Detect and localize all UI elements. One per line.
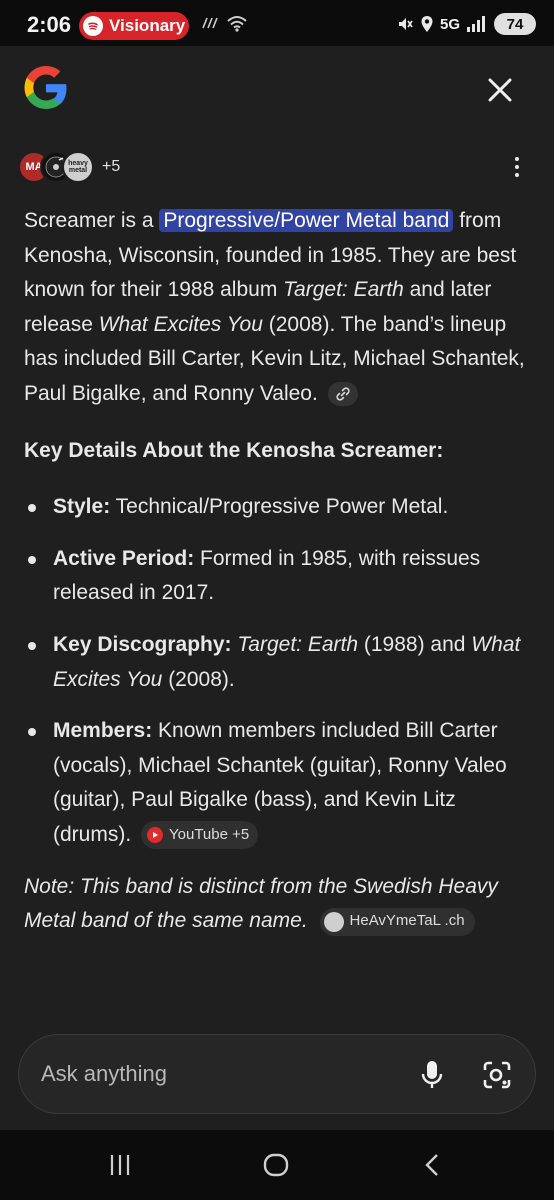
wifi-icon (227, 16, 247, 32)
detail-label: Style: (53, 495, 111, 519)
sources-more-count: +5 (102, 158, 121, 175)
list-item: Key Discography: Target: Earth (1988) an… (24, 628, 532, 697)
details-list: Style: Technical/Progressive Power Metal… (24, 490, 532, 852)
intro-text: Screamer is a (24, 209, 160, 232)
status-time: 2:06 (27, 12, 72, 37)
details-heading: Key Details About the Kenosha Screamer: (24, 438, 444, 462)
list-item: Style: Technical/Progressive Power Metal… (24, 490, 532, 525)
more-dot-icon (515, 157, 519, 161)
detail-label: Active Period: (53, 546, 195, 570)
back-icon (425, 1154, 438, 1176)
home-icon (263, 1153, 289, 1177)
more-dot-icon (515, 165, 519, 169)
home-button[interactable] (256, 1150, 296, 1180)
note: Note: This band is distinct from the Swe… (24, 870, 532, 939)
close-icon (488, 78, 512, 102)
status-left-icons (200, 14, 248, 32)
album-what-excites-you: What Excites You (98, 312, 263, 336)
battery-indicator: 74 (494, 13, 536, 35)
album-target-earth: Target: Earth (237, 632, 359, 656)
back-button[interactable] (412, 1150, 452, 1180)
spotify-icon (83, 16, 103, 36)
mic-icon (421, 1061, 443, 1088)
answer-intro: Screamer is a Progressive/Power Metal ba… (24, 204, 532, 412)
ask-input[interactable]: Ask anything (41, 1061, 167, 1087)
youtube-icon (147, 827, 164, 844)
spotify-pill-label: Visionary (109, 16, 186, 35)
close-button[interactable] (478, 68, 522, 112)
network-label: 5G (439, 15, 460, 33)
nav-bar (0, 1130, 554, 1200)
detail-text: (1988) and (358, 632, 472, 656)
recent-apps-button[interactable] (100, 1150, 140, 1180)
lens-button[interactable] (477, 1055, 517, 1095)
list-item: Members: Known members included Bill Car… (24, 714, 532, 852)
mute-icon (398, 18, 413, 30)
status-bar: 2:06 Visionary 5G 74 (0, 0, 554, 46)
sources-row[interactable]: MA heavy metal +5 (18, 150, 120, 184)
detail-label: Key Discography: (53, 632, 232, 656)
highlighted-phrase[interactable]: Progressive/Power Metal band (159, 209, 454, 232)
more-options-button[interactable] (503, 152, 531, 182)
youtube-source-chip[interactable]: YouTube +5 (141, 821, 259, 850)
nfc-icon (202, 17, 218, 29)
location-icon (421, 16, 433, 32)
heavymetal-source-chip[interactable]: HeAvYmeTaL .ch (319, 907, 475, 936)
spotify-pill[interactable]: Visionary (79, 12, 189, 40)
ai-answer: Screamer is a Progressive/Power Metal ba… (24, 204, 532, 939)
album-target-earth: Target: Earth (283, 278, 404, 302)
detail-text: (2008). (162, 667, 235, 691)
signal-icon (467, 16, 485, 32)
mic-button[interactable] (413, 1055, 451, 1095)
source-avatar-heavymetal: heavy metal (62, 151, 94, 183)
list-item: Active Period: Formed in 1985, with reis… (24, 542, 532, 611)
youtube-chip-label: YouTube +5 (169, 826, 250, 844)
camera-lens-icon (483, 1061, 511, 1089)
ask-bar[interactable]: Ask anything (18, 1034, 536, 1114)
recents-icon (110, 1155, 130, 1175)
link-icon (336, 387, 350, 402)
detail-text: Technical/Progressive Power Metal. (110, 495, 449, 519)
heavymetal-icon (323, 911, 344, 932)
header (0, 46, 554, 136)
heavymetal-chip-label: HeAvYmeTaL .ch (349, 912, 465, 930)
google-logo[interactable] (22, 64, 70, 112)
source-link-chip[interactable] (327, 382, 358, 407)
more-dot-icon (515, 173, 519, 177)
status-right: 5G 74 (396, 13, 536, 35)
detail-label: Members: (53, 719, 153, 743)
